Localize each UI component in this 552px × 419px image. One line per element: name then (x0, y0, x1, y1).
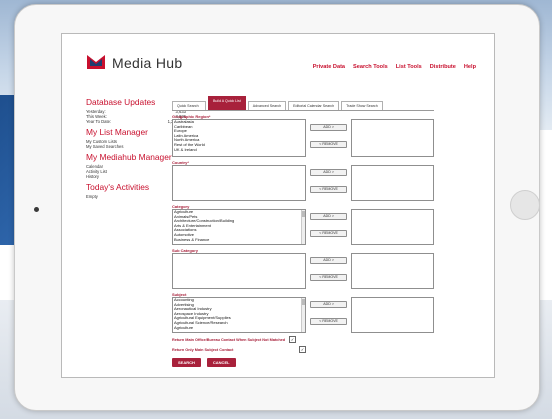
category-buttons: ADD > < REMOVE (309, 209, 348, 243)
nav-list-tools[interactable]: List Tools (396, 64, 422, 70)
subcategory-listbox[interactable] (172, 253, 306, 289)
subject-row: Accounting Advertising Aeronautical Indust… (172, 297, 434, 333)
activities-title: Today's Activities (86, 182, 150, 192)
db-label: Year To Date: (86, 119, 112, 124)
search-button[interactable]: SEARCH (172, 358, 201, 367)
nav-distribute[interactable]: Distribute (430, 64, 456, 70)
subcategory-remove-button[interactable]: < REMOVE (309, 274, 348, 281)
mediahub-manager-title: My Mediahub Manager (86, 152, 172, 162)
country-row: ADD > < REMOVE (172, 165, 434, 201)
scrollbar-thumb[interactable] (301, 211, 305, 217)
search-tabs: Quick Search Build A Quick List Advanced… (172, 96, 434, 111)
search-form: Quick Search Build A Quick List Advanced… (172, 96, 434, 367)
subject-buttons: ADD > < REMOVE (309, 297, 348, 331)
geo-selected-box[interactable] (351, 119, 434, 157)
check-main-office-label: Return Main Office/Bureau Contact When S… (172, 337, 286, 342)
subject-add-button[interactable]: ADD > (309, 301, 348, 308)
subject-remove-button[interactable]: < REMOVE (309, 318, 348, 325)
subject-listbox[interactable]: Accounting Advertising Aeronautical Indust… (172, 297, 306, 333)
cancel-button[interactable]: CANCEL (206, 358, 236, 367)
app-screen: Media Hub Private Data Search Tools List… (61, 33, 495, 378)
check-main-office-row: Return Main Office/Bureau Contact When S… (172, 336, 434, 343)
subcategory-add-button[interactable]: ADD > (309, 257, 348, 264)
check-main-subject-label: Return Only Main Subject Contact (172, 347, 234, 352)
subcategory-buttons: ADD > < REMOVE (309, 253, 348, 287)
list-manager-title: My List Manager (86, 127, 148, 137)
sidebar: Database Updates Yesterday: 3,633 This W… (86, 97, 186, 200)
activities-empty: Empty (86, 194, 98, 199)
geo-buttons: ADD > < REMOVE (309, 119, 348, 155)
list-option[interactable]: Business & Finance (173, 237, 305, 243)
top-navigation: Private Data Search Tools List Tools Dis… (313, 64, 476, 70)
check-main-subject-checkbox[interactable]: ✓ (299, 346, 306, 353)
geo-row: Australasia Caribbean Europe Latin America N… (172, 119, 434, 157)
list-option[interactable]: UK & Ireland (173, 147, 305, 153)
check-main-office-checkbox[interactable]: ✓ (289, 336, 297, 343)
list-option[interactable]: Agriculture (173, 325, 305, 331)
tab-trade-show[interactable]: Trade Show Search (341, 101, 383, 110)
subcategory-selected-box[interactable] (351, 253, 434, 289)
listbox-scrollbar[interactable] (300, 210, 305, 244)
tab-advanced-search[interactable]: Advanced Search (247, 101, 287, 110)
form-actions: SEARCH CANCEL (172, 358, 434, 367)
category-listbox[interactable]: Agriculture Animals/Pets Architecture/Cons… (172, 209, 306, 245)
country-add-button[interactable]: ADD > (309, 169, 348, 176)
tab-build-quick-list[interactable]: Build A Quick List (208, 96, 246, 110)
country-remove-button[interactable]: < REMOVE (309, 186, 348, 193)
check-main-subject-row: Return Only Main Subject Contact ✓ (172, 346, 434, 353)
category-remove-button[interactable]: < REMOVE (309, 230, 348, 237)
listbox-scrollbar[interactable] (300, 298, 305, 332)
tab-quick-search[interactable]: Quick Search (172, 101, 206, 110)
country-buttons: ADD > < REMOVE (309, 165, 348, 199)
camera-dot (34, 207, 39, 212)
geo-add-button[interactable]: ADD > (309, 124, 348, 131)
nav-help[interactable]: Help (464, 64, 476, 70)
media-hub-logo-icon (87, 55, 105, 69)
category-row: Agriculture Animals/Pets Architecture/Cons… (172, 209, 434, 245)
tab-editorial-calendar[interactable]: Editorial Calendar Search (288, 101, 340, 110)
db-updates-title: Database Updates (86, 97, 156, 107)
geo-remove-button[interactable]: < REMOVE (309, 141, 348, 148)
category-add-button[interactable]: ADD > (309, 213, 348, 220)
geo-listbox[interactable]: Australasia Caribbean Europe Latin America N… (172, 119, 306, 157)
country-selected-box[interactable] (351, 165, 434, 201)
home-button[interactable] (510, 190, 540, 220)
brand-name: Media Hub (112, 55, 183, 71)
nav-search-tools[interactable]: Search Tools (353, 64, 388, 70)
category-selected-box[interactable] (351, 209, 434, 245)
scrollbar-thumb[interactable] (301, 299, 305, 305)
country-listbox[interactable] (172, 165, 306, 201)
nav-private-data[interactable]: Private Data (313, 64, 345, 70)
subcategory-row: ADD > < REMOVE (172, 253, 434, 289)
subject-selected-box[interactable] (351, 297, 434, 333)
